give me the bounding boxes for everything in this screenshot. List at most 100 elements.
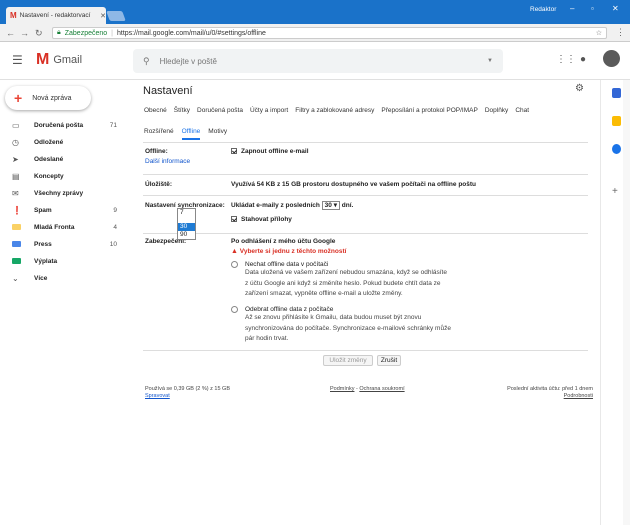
security-warning: ▲ Vyberte si jednu z těchto možností — [231, 248, 346, 255]
sync-days-select[interactable]: 30 ▾ — [321, 201, 340, 210]
remove-data-title: Odebrat offline data z počítače — [245, 306, 334, 313]
sidebar-item-sent[interactable]: ➤ Odeslané — [0, 152, 125, 167]
warning-text: Vyberte si jednu z těchto možností — [239, 248, 347, 255]
keep-data-desc: z účtu Google ani když si změníte heslo.… — [245, 279, 441, 287]
gmail-logo[interactable]: M Gmail — [36, 51, 82, 69]
browser-tab[interactable]: M Nastavení - redaktorvací ✕ — [6, 7, 106, 24]
divider — [143, 195, 588, 196]
scrollbar[interactable] — [623, 80, 630, 525]
sidebar-item-label: Odeslané — [34, 156, 64, 163]
details-link[interactable]: Podrobnosti — [488, 393, 593, 400]
browser-menu-icon[interactable]: ⋮ — [616, 27, 625, 38]
url-text: https://mail.google.com/mail/u/0/#settin… — [116, 29, 266, 37]
keep-data-desc: zařízení smazat, vypněte offline e-mail … — [245, 290, 403, 297]
tasks-icon[interactable] — [612, 144, 621, 154]
browser-titlebar: M Nastavení - redaktorvací ✕ Redaktor – … — [0, 0, 630, 24]
sync-option-selected[interactable]: 30 — [178, 223, 195, 231]
attachments-toggle[interactable]: Stahovat přílohy — [231, 216, 292, 223]
warning-icon: ▲ — [231, 248, 238, 255]
tab-themes[interactable]: Motivy — [208, 128, 227, 140]
sync-option[interactable]: 7 — [178, 209, 195, 217]
gmail-wordmark: Gmail — [53, 54, 83, 66]
sidebar-item-label: Mladá Fronta — [34, 224, 75, 231]
page-title: Nastavení — [143, 85, 193, 97]
settings-tabs-row2: Rozšířené Offline Motivy — [144, 128, 235, 140]
tab-chat[interactable]: Chat — [515, 107, 529, 114]
url-field[interactable]: 🔒︎ Zabezpečeno | https://mail.google.com… — [52, 27, 607, 39]
sidebar-item-press[interactable]: Press 10 — [0, 237, 125, 252]
gmail-logo-icon: M — [36, 51, 50, 68]
window-close-icon[interactable]: ✕ — [612, 4, 619, 13]
tab-accounts[interactable]: Účty a import — [250, 107, 288, 114]
gear-icon[interactable]: ⚙ — [575, 83, 584, 94]
bookmark-star-icon[interactable]: ☆ — [596, 29, 606, 37]
sidebar-item-drafts[interactable]: ▤ Koncepty — [0, 169, 125, 184]
option-keep-data[interactable] — [231, 261, 238, 268]
main-menu-icon[interactable]: ☰ — [12, 53, 23, 67]
back-icon[interactable]: ← — [6, 28, 15, 38]
sidebar-item-mlada-fronta[interactable]: Mladá Fronta 4 — [0, 220, 125, 235]
compose-label: Nová zpráva — [32, 94, 72, 102]
sidebar-item-label: Press — [34, 241, 52, 248]
label-icon — [12, 223, 26, 232]
search-bar[interactable]: ⚲ Hledejte v poště ▼ — [133, 49, 503, 73]
sidebar-item-label: Výplata — [34, 258, 58, 265]
offline-toggle[interactable]: Zapnout offline e-mail — [231, 148, 309, 155]
privacy-link[interactable]: Ochrana soukromí — [359, 386, 404, 392]
sidebar-item-vyplata[interactable]: Výplata — [0, 254, 125, 269]
tab-filters[interactable]: Filtry a zablokované adresy — [295, 107, 374, 114]
offline-label: Offline: — [145, 148, 168, 155]
last-activity-text: Poslední aktivita účtu: před 1 dnem — [507, 386, 593, 392]
new-tab-button[interactable] — [106, 11, 126, 21]
notifications-icon[interactable]: ● — [580, 54, 586, 65]
divider — [143, 174, 588, 175]
lock-icon: 🔒︎ — [57, 29, 61, 36]
search-options-icon[interactable]: ▼ — [487, 58, 493, 64]
add-addon-icon[interactable]: + — [612, 186, 618, 197]
sidebar-item-snoozed[interactable]: ◷ Odložené — [0, 135, 125, 150]
manage-storage-link[interactable]: Spravovat — [145, 393, 230, 400]
sidebar-item-inbox[interactable]: ▭ Doručená pošta 71 — [0, 118, 125, 133]
learn-more-link[interactable]: Další informace — [145, 158, 190, 165]
keep-data-radio[interactable] — [231, 261, 238, 268]
reload-icon[interactable]: ↻ — [35, 28, 43, 39]
sidebar-item-all-mail[interactable]: ✉ Všechny zprávy — [0, 186, 125, 201]
avatar[interactable] — [603, 50, 620, 67]
attachments-checkbox[interactable] — [231, 216, 237, 223]
enable-offline-checkbox[interactable] — [231, 148, 237, 155]
tab-advanced[interactable]: Rozšířené — [144, 128, 174, 140]
remove-data-radio[interactable] — [231, 306, 238, 313]
keep-icon[interactable] — [612, 116, 621, 126]
tab-offline[interactable]: Offline — [181, 128, 201, 140]
terms-link[interactable]: Podmínky — [330, 386, 354, 392]
sidebar-item-label: Více — [34, 275, 48, 282]
storage-label: Úložiště: — [145, 181, 173, 188]
apps-grid-icon[interactable]: ⋮⋮ — [556, 54, 576, 65]
tab-inbox[interactable]: Doručená pošta — [197, 107, 243, 114]
forward-icon[interactable]: → — [20, 28, 29, 38]
option-remove-data[interactable] — [231, 306, 238, 313]
tab-close-icon[interactable]: ✕ — [100, 12, 106, 20]
save-button[interactable]: Uložit změny — [323, 355, 373, 366]
browser-user-label[interactable]: Redaktor — [530, 6, 556, 13]
tab-general[interactable]: Obecné — [144, 107, 167, 114]
send-icon: ➤ — [12, 155, 19, 164]
search-icon[interactable]: ⚲ — [143, 56, 150, 67]
cancel-button[interactable]: Zrušit — [377, 355, 401, 366]
sync-days-dropdown: 7 30 90 — [177, 208, 196, 240]
compose-button[interactable]: + Nová zpráva — [5, 86, 91, 110]
tab-addons[interactable]: Doplňky — [485, 107, 508, 114]
sync-option[interactable]: 90 — [178, 231, 195, 239]
secure-label: Zabezpečeno — [64, 29, 108, 37]
sidebar-item-label: Odložené — [34, 139, 64, 146]
minimize-icon[interactable]: – — [570, 4, 574, 13]
sidebar-item-more[interactable]: ⌄ Více — [0, 271, 125, 286]
tab-labels[interactable]: Štítky — [174, 107, 190, 114]
calendar-icon[interactable] — [612, 88, 621, 98]
search-input[interactable]: Hledejte v poště — [160, 57, 217, 66]
maximize-icon[interactable]: ▫ — [591, 4, 594, 13]
attachments-label: Stahovat přílohy — [241, 216, 292, 223]
tab-forwarding[interactable]: Přeposílání a protokol POP/IMAP — [381, 107, 477, 114]
sidebar-item-spam[interactable]: ❗ Spam 9 — [0, 203, 125, 218]
inbox-icon: ▭ — [12, 121, 20, 130]
